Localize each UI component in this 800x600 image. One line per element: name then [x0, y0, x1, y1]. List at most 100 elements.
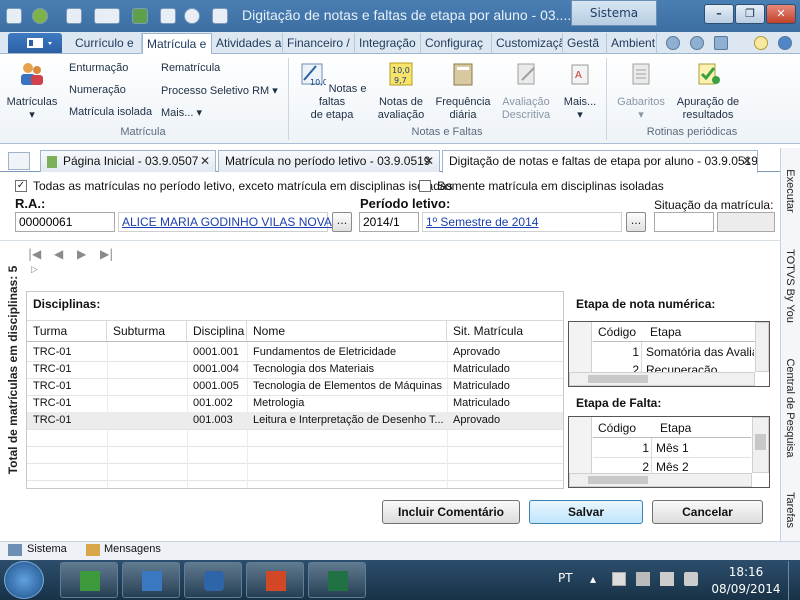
- etapa-falta-hscroll[interactable]: [569, 473, 752, 487]
- periodo-input[interactable]: 2014/1: [359, 212, 419, 232]
- student-name-link[interactable]: ALICE MARIA GODINHO VILAS NOVAS: [122, 215, 340, 229]
- etapa-nota-col-codigo[interactable]: Código: [598, 325, 636, 339]
- etapa-falta-etapa[interactable]: Mês 2: [656, 460, 750, 474]
- application-menu-button[interactable]: [8, 33, 62, 53]
- ribbon-tab-curriculo[interactable]: Currículo e: [71, 33, 142, 54]
- numeracao-item[interactable]: Numeração: [69, 84, 126, 96]
- etapa-falta-vscroll[interactable]: [752, 417, 769, 473]
- last-record-button[interactable]: ▶|: [100, 247, 113, 261]
- etapa-nota-codigo[interactable]: 2: [593, 363, 639, 372]
- table-cell[interactable]: Fundamentos de Eletricidade: [247, 344, 447, 361]
- table-cell[interactable]: TRC-01: [27, 378, 107, 395]
- todas-matriculas-checkbox[interactable]: ✓: [15, 180, 27, 192]
- tab-list-icon[interactable]: [8, 152, 30, 170]
- table-cell[interactable]: Leitura e Interpretação de Desenho T...: [247, 412, 447, 429]
- tray-arrow-icon[interactable]: ▴: [590, 572, 596, 586]
- table-cell[interactable]: TRC-01: [27, 395, 107, 412]
- ribbon-tab-gestao[interactable]: Gestã: [563, 33, 607, 54]
- clock-time[interactable]: 18:16: [716, 565, 776, 579]
- lightbulb-icon[interactable]: [754, 36, 768, 50]
- help-icon[interactable]: [778, 36, 792, 50]
- table-cell[interactable]: [107, 344, 187, 361]
- table-cell[interactable]: Tecnologia de Elementos de Máquinas: [247, 378, 447, 395]
- etapa-falta-codigo[interactable]: 1: [593, 441, 649, 455]
- close-button[interactable]: ✕: [766, 4, 796, 24]
- notas-faltas-etapa-button[interactable]: 10,0 Notas e faltas de etapa: [294, 60, 370, 122]
- network-icon[interactable]: [636, 572, 650, 586]
- etapa-falta-etapa[interactable]: Mês 1: [656, 441, 750, 455]
- home-icon[interactable]: [666, 36, 680, 50]
- table-cell[interactable]: 0001.001: [187, 344, 247, 361]
- globe-icon[interactable]: [32, 8, 48, 24]
- matricula-isolada-item[interactable]: Matrícula isolada: [69, 106, 152, 118]
- close-icon[interactable]: ✕: [424, 151, 434, 171]
- ribbon-tab-configuracao[interactable]: Configuraç: [421, 33, 492, 54]
- help-icon[interactable]: [212, 8, 228, 24]
- etapa-nota-vscroll[interactable]: [755, 322, 769, 372]
- prev-record-button[interactable]: ◀: [54, 247, 63, 261]
- col-nome[interactable]: Nome: [247, 321, 447, 341]
- web-icon[interactable]: [184, 8, 200, 24]
- clock-date[interactable]: 08/09/2014: [710, 582, 782, 596]
- tab-matricula-periodo[interactable]: Matrícula no período letivo - 03.9.0519 …: [218, 150, 440, 172]
- taskbar-app-camtasia[interactable]: [60, 562, 118, 598]
- student-name-field[interactable]: ALICE MARIA GODINHO VILAS NOVAS: [118, 212, 340, 232]
- ribbon-tab-financeiro[interactable]: Financeiro /: [283, 33, 355, 54]
- table-cell[interactable]: Metrologia: [247, 395, 447, 412]
- etapa-falta-col-codigo[interactable]: Código: [598, 421, 636, 435]
- side-tab-tarefas[interactable]: Tarefas: [780, 482, 800, 538]
- ribbon-tab-customizacao[interactable]: Customizaçã: [492, 33, 563, 54]
- ribbon-tab-matricula[interactable]: Matrícula e: [142, 33, 212, 54]
- etapa-nota-etapa[interactable]: Somatória das Avaliaçõ: [646, 345, 754, 359]
- table-cell[interactable]: Matriculado: [447, 395, 563, 412]
- show-desktop-button[interactable]: [788, 561, 800, 600]
- taskbar-app-rm[interactable]: [122, 562, 180, 598]
- minimize-button[interactable]: –: [704, 4, 734, 24]
- etapa-nota-col-etapa[interactable]: Etapa: [650, 325, 681, 339]
- mais-matricula-item[interactable]: Mais... ▾: [161, 106, 202, 119]
- ribbon-tab-atividades[interactable]: Atividades a: [212, 33, 283, 54]
- taskbar-app-powerpoint[interactable]: [246, 562, 304, 598]
- avaliacao-descritiva-button[interactable]: Avaliação Descritiva: [496, 60, 556, 122]
- table-cell[interactable]: Aprovado: [447, 412, 563, 429]
- table-cell[interactable]: TRC-01: [27, 361, 107, 378]
- expand-icon[interactable]: ▷: [31, 265, 38, 275]
- volume-icon[interactable]: [684, 572, 698, 586]
- window-list-icon[interactable]: [714, 36, 728, 50]
- globe-icon[interactable]: [690, 36, 704, 50]
- close-icon[interactable]: ✕: [200, 151, 210, 171]
- table-cell[interactable]: [107, 378, 187, 395]
- frequencia-diaria-button[interactable]: Frequência diária: [432, 60, 494, 122]
- periodo-lookup-button[interactable]: ...: [626, 212, 646, 232]
- col-subturma[interactable]: Subturma: [107, 321, 187, 341]
- table-cell[interactable]: [107, 361, 187, 378]
- side-tab-central-pesquisa[interactable]: Central de Pesquisa: [780, 344, 800, 472]
- incluir-comentario-button[interactable]: Incluir Comentário: [382, 500, 520, 524]
- status-mensagens[interactable]: Mensagens: [104, 543, 161, 555]
- maximize-button[interactable]: ❐: [735, 4, 765, 24]
- close-icon[interactable]: ✕: [742, 151, 752, 171]
- table-cell[interactable]: TRC-01: [27, 412, 107, 429]
- table-cell[interactable]: 0001.005: [187, 378, 247, 395]
- processo-seletivo-item[interactable]: Processo Seletivo RM ▾: [161, 84, 278, 97]
- gabaritos-button[interactable]: Gabaritos ▾: [612, 60, 670, 122]
- app-icon[interactable]: [6, 8, 22, 24]
- scroll-thumb[interactable]: [588, 476, 648, 484]
- run-icon[interactable]: [132, 8, 148, 24]
- tab-digitacao-notas[interactable]: Digitação de notas e faltas de etapa por…: [442, 150, 758, 173]
- table-cell[interactable]: Tecnologia dos Materiais: [247, 361, 447, 378]
- table-cell[interactable]: [107, 412, 187, 429]
- etapa-falta-col-etapa[interactable]: Etapa: [660, 421, 691, 435]
- table-cell[interactable]: [107, 395, 187, 412]
- table-cell[interactable]: TRC-01: [27, 344, 107, 361]
- save-icon[interactable]: [66, 8, 82, 24]
- situacao-code-field[interactable]: [654, 212, 714, 232]
- periodo-desc-field[interactable]: 1º Semestre de 2014: [422, 212, 622, 232]
- matriculas-button[interactable]: Matrículas ▾: [4, 60, 60, 122]
- status-sistema[interactable]: Sistema: [27, 543, 67, 555]
- salvar-button[interactable]: Salvar: [529, 500, 643, 524]
- table-cell[interactable]: Aprovado: [447, 344, 563, 361]
- col-sit-matricula[interactable]: Sit. Matrícula: [447, 321, 563, 341]
- side-tab-totvs[interactable]: TOTVS By You: [780, 238, 800, 334]
- rematricula-item[interactable]: Rematrícula: [161, 62, 220, 74]
